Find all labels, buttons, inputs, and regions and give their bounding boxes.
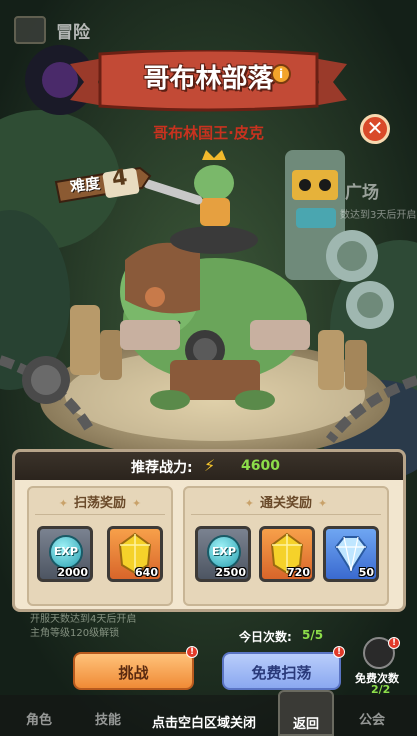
difficulty-badge: 难度 4 <box>52 162 152 206</box>
square-sub-text: 数达到3天后开启 <box>340 210 417 221</box>
back-label: 返回 <box>292 717 319 732</box>
reward-count: 720 <box>287 566 310 579</box>
reward-item-diamond[interactable]: 50 <box>323 526 379 582</box>
exp-orb-icon: EXP <box>207 535 241 569</box>
sweep-reward-title: 扫荡奖励 <box>29 492 171 511</box>
alert-badge-icon: ! <box>333 646 345 658</box>
reward-count: 2000 <box>57 566 88 579</box>
divider <box>191 514 381 515</box>
difficulty-value: 4 <box>110 165 129 192</box>
top-bar: 冒险 <box>0 0 417 44</box>
unlock-hint-line: 主角等级120级解锁 <box>30 628 120 639</box>
sweep-reward-box: 扫荡奖励 EXP 2000 640 <box>27 486 173 606</box>
power-icon: ⚡ <box>204 456 216 475</box>
alert-badge-icon: ! <box>388 637 400 649</box>
square-label: 广场 <box>345 183 379 203</box>
boss-name: 哥布林国王·皮克 <box>153 124 264 142</box>
info-icon[interactable]: i <box>271 64 291 84</box>
close-icon[interactable]: ✕ <box>360 114 390 144</box>
stage-banner: 哥布林部落 i <box>70 50 347 114</box>
reward-item-gold-gem[interactable]: 640 <box>107 526 163 582</box>
difficulty-label: 难度 <box>68 173 102 196</box>
alert-badge-icon: ! <box>186 646 198 658</box>
reward-item-exp[interactable]: EXP 2500 <box>195 526 251 582</box>
reward-count: 2500 <box>215 566 246 579</box>
unlock-hint: 开服天数达到4天后开启 主角等级120级解锁 <box>30 613 136 641</box>
challenge-button[interactable]: 挑战 <box>73 652 194 690</box>
daily-value: 5/5 <box>302 628 324 642</box>
reward-count: 640 <box>135 566 158 579</box>
power-row: 推荐战力: ⚡ 4600 <box>15 452 403 480</box>
reward-count: 50 <box>358 566 374 579</box>
back-button[interactable]: 返回 <box>278 690 334 736</box>
crossed-swords-icon[interactable] <box>14 16 46 44</box>
divider <box>35 514 165 515</box>
reward-item-exp[interactable]: EXP 2000 <box>37 526 93 582</box>
nav-item-skill[interactable]: 技能 <box>95 709 121 728</box>
daily-label: 今日次数: <box>239 630 292 644</box>
stage-title: 哥布林部落 <box>143 64 274 94</box>
clear-reward-title: 通关奖励 <box>185 492 387 511</box>
close-hint-text: 点击空白区域关闭 <box>152 716 257 731</box>
page-title: 冒险 <box>56 23 90 43</box>
nav-item-role[interactable]: 角色 <box>26 709 52 728</box>
power-value: 4600 <box>241 458 280 474</box>
exp-orb-icon: EXP <box>49 535 83 569</box>
power-label: 推荐战力: <box>131 460 193 476</box>
clear-reward-box: 通关奖励 EXP 2500 720 50 <box>183 486 389 606</box>
nav-item-guild[interactable]: 公会 <box>359 709 385 728</box>
reward-panel: 推荐战力: ⚡ 4600 扫荡奖励 EXP 2000 640 通关奖励 EXP … <box>12 449 406 612</box>
free-sweep-button[interactable]: 免费扫荡 <box>222 652 341 690</box>
sword-icon <box>54 166 152 204</box>
unlock-hint-line: 开服天数达到4天后开启 <box>30 614 137 625</box>
reward-item-gold-gem[interactable]: 720 <box>259 526 315 582</box>
